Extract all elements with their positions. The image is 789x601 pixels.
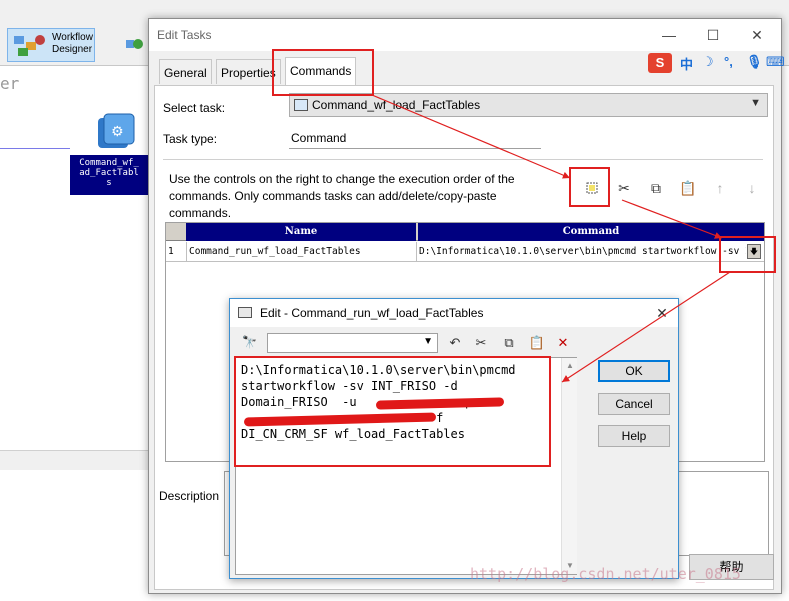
annotation-arrows (371, 94, 731, 383)
watermark: http://blog.csdn.net/uter_0815 (470, 565, 741, 583)
